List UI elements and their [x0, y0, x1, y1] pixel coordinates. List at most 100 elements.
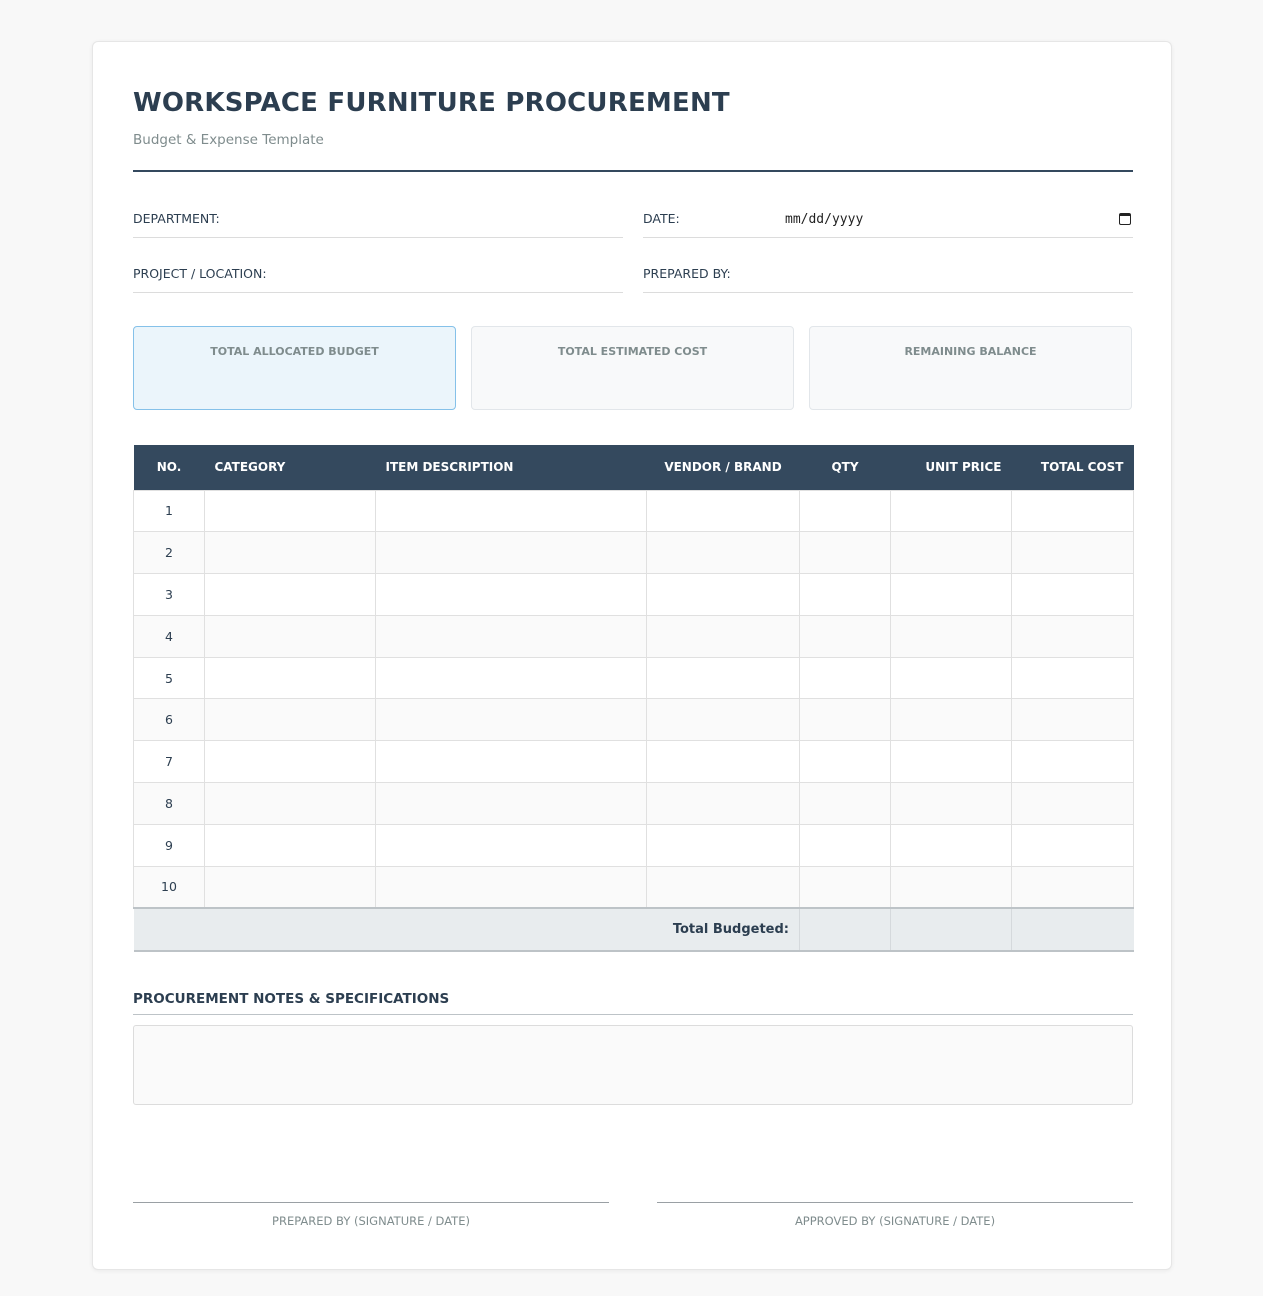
description-cell[interactable] [375, 782, 647, 825]
total-budgeted-label: Total Budgeted: [133, 906, 800, 952]
category-cell[interactable] [204, 489, 376, 533]
table-row: 3 [133, 573, 1134, 616]
calendar-icon[interactable] [1119, 213, 1131, 225]
qty-cell[interactable] [799, 698, 891, 742]
table-total-row: Total Budgeted: [133, 906, 1134, 952]
prepared-by-label: PREPARED BY: [643, 266, 731, 281]
project-location-field[interactable]: PROJECT / LOCATION: [133, 263, 623, 293]
unit-price-cell[interactable] [890, 823, 1012, 867]
department-field[interactable]: DEPARTMENT: [133, 208, 623, 238]
vendor-cell[interactable] [646, 614, 800, 658]
total-cost-sum-cell [1011, 906, 1134, 952]
remaining-balance-label: REMAINING BALANCE [904, 345, 1037, 358]
vendor-cell[interactable] [646, 489, 800, 533]
row-number: 9 [133, 823, 205, 867]
unit-price-cell[interactable] [890, 573, 1012, 616]
department-label: DEPARTMENT: [133, 211, 220, 226]
category-cell[interactable] [204, 740, 376, 784]
qty-cell[interactable] [799, 740, 891, 784]
procurement-form-page: WORKSPACE FURNITURE PROCUREMENT Budget &… [92, 41, 1172, 1270]
row-number: 4 [133, 614, 205, 658]
vendor-cell[interactable] [646, 782, 800, 825]
row-number: 6 [133, 698, 205, 742]
qty-cell[interactable] [799, 782, 891, 825]
description-cell[interactable] [375, 698, 647, 742]
total-unit-price-cell [890, 906, 1012, 952]
qty-cell[interactable] [799, 489, 891, 533]
header-divider [133, 170, 1133, 172]
description-cell[interactable] [375, 865, 647, 909]
total-cost-cell[interactable] [1011, 740, 1134, 784]
category-cell[interactable] [204, 614, 376, 658]
column-header-no: NO. [133, 445, 205, 490]
approved-signature-label: APPROVED BY (SIGNATURE / DATE) [794, 1214, 996, 1228]
unit-price-cell[interactable] [890, 531, 1012, 575]
category-cell[interactable] [204, 782, 376, 825]
description-cell[interactable] [375, 489, 647, 533]
qty-cell[interactable] [799, 531, 891, 575]
qty-cell[interactable] [799, 656, 891, 700]
description-cell[interactable] [375, 656, 647, 700]
qty-cell[interactable] [799, 823, 891, 867]
column-header-unit-price: UNIT PRICE [890, 445, 1012, 490]
description-cell[interactable] [375, 531, 647, 575]
category-cell[interactable] [204, 698, 376, 742]
category-cell[interactable] [204, 656, 376, 700]
row-number: 7 [133, 740, 205, 784]
description-cell[interactable] [375, 573, 647, 616]
total-cost-cell[interactable] [1011, 823, 1134, 867]
unit-price-cell[interactable] [890, 740, 1012, 784]
table-body: 1 2 3 4 5 6 7 8 9 10 [133, 489, 1134, 909]
category-cell[interactable] [204, 865, 376, 909]
row-number: 3 [133, 573, 205, 616]
vendor-cell[interactable] [646, 698, 800, 742]
unit-price-cell[interactable] [890, 614, 1012, 658]
estimated-cost-card: TOTAL ESTIMATED COST [471, 326, 794, 410]
category-cell[interactable] [204, 573, 376, 616]
unit-price-cell[interactable] [890, 865, 1012, 909]
notes-title: PROCUREMENT NOTES & SPECIFICATIONS [133, 991, 450, 1007]
total-cost-cell[interactable] [1011, 531, 1134, 575]
qty-cell[interactable] [799, 614, 891, 658]
unit-price-cell[interactable] [890, 489, 1012, 533]
vendor-cell[interactable] [646, 531, 800, 575]
vendor-cell[interactable] [646, 865, 800, 909]
qty-cell[interactable] [799, 573, 891, 616]
notes-textarea[interactable] [133, 1025, 1133, 1105]
total-cost-cell[interactable] [1011, 865, 1134, 909]
column-header-vendor-brand: VENDOR / BRAND [646, 445, 800, 490]
vendor-cell[interactable] [646, 656, 800, 700]
total-cost-cell[interactable] [1011, 656, 1134, 700]
total-cost-cell[interactable] [1011, 573, 1134, 616]
description-cell[interactable] [375, 740, 647, 784]
unit-price-cell[interactable] [890, 698, 1012, 742]
category-cell[interactable] [204, 823, 376, 867]
total-cost-cell[interactable] [1011, 782, 1134, 825]
date-field[interactable]: DATE: mm/dd/yyyy [643, 208, 1133, 238]
table-row: 4 [133, 614, 1134, 658]
column-header-category: CATEGORY [204, 445, 376, 490]
category-cell[interactable] [204, 531, 376, 575]
total-qty-cell [799, 906, 891, 952]
qty-cell[interactable] [799, 865, 891, 909]
row-number: 5 [133, 656, 205, 700]
unit-price-cell[interactable] [890, 782, 1012, 825]
project-location-label: PROJECT / LOCATION: [133, 266, 267, 281]
table-row: 6 [133, 698, 1134, 742]
total-cost-cell[interactable] [1011, 614, 1134, 658]
remaining-balance-card: REMAINING BALANCE [809, 326, 1132, 410]
total-cost-cell[interactable] [1011, 489, 1134, 533]
total-cost-cell[interactable] [1011, 698, 1134, 742]
notes-divider [133, 1014, 1133, 1015]
date-input[interactable]: mm/dd/yyyy [785, 212, 863, 227]
allocated-budget-card: TOTAL ALLOCATED BUDGET [133, 326, 456, 410]
description-cell[interactable] [375, 614, 647, 658]
table-row: 8 [133, 782, 1134, 825]
description-cell[interactable] [375, 823, 647, 867]
vendor-cell[interactable] [646, 823, 800, 867]
prepared-by-field[interactable]: PREPARED BY: [643, 263, 1133, 293]
unit-price-cell[interactable] [890, 656, 1012, 700]
estimated-cost-label: TOTAL ESTIMATED COST [557, 345, 708, 358]
vendor-cell[interactable] [646, 573, 800, 616]
vendor-cell[interactable] [646, 740, 800, 784]
